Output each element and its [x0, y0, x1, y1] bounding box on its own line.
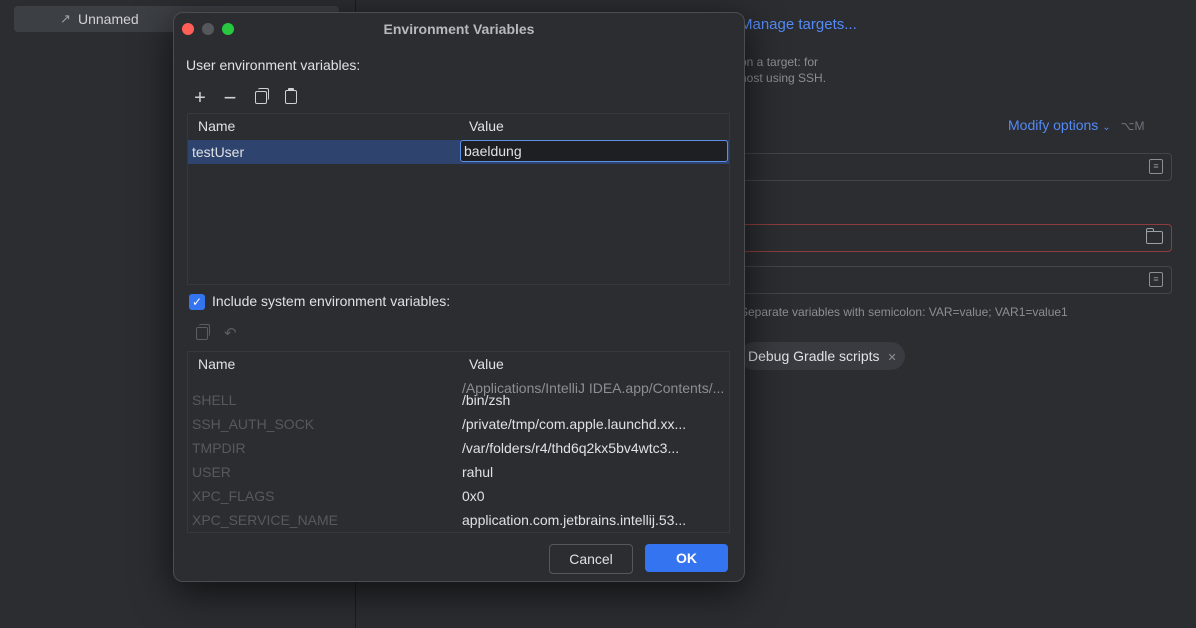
undo-icon: ↶ [224, 325, 237, 342]
env-var-name: XPC_SERVICE_NAME [192, 512, 339, 528]
environment-variables-dialog: Environment Variables User environment v… [173, 12, 745, 582]
env-var-value: rahul [462, 464, 494, 480]
chip-label: Debug Gradle scripts [748, 348, 880, 364]
system-env-toolbar: ↶ [187, 321, 728, 347]
env-var-name: SSH_AUTH_SOCK [192, 416, 315, 432]
table-row[interactable]: USER rahul [188, 460, 729, 484]
edit-env-vars-icon[interactable]: ≡ [1149, 272, 1163, 287]
program-arguments-field[interactable]: ≡ [740, 153, 1172, 181]
targets-hint: on a target: for host using SSH. [740, 54, 826, 86]
column-header-value[interactable]: Value [469, 356, 504, 372]
env-var-value-input[interactable] [460, 140, 728, 162]
env-var-value: application.com.jetbrains.intellij.53... [462, 512, 687, 528]
system-env-table: Name Value /Applications/IntelliJ IDEA.a… [187, 351, 730, 533]
env-var-value: /var/folders/r4/thd6q2kx5bv4wtc3... [462, 440, 680, 456]
ok-button[interactable]: OK [645, 544, 728, 572]
env-var-name: TMPDIR [192, 440, 246, 456]
modify-options-link[interactable]: Modify options ⌄ ⌥M [1008, 117, 1145, 133]
env-var-name: SHELL [192, 392, 237, 408]
env-var-name: XPC_FLAGS [192, 488, 275, 504]
system-env-table-header: Name Value [188, 352, 729, 376]
run-config-label: Unnamed [78, 11, 139, 27]
table-row[interactable]: TMPDIR /var/folders/r4/thd6q2kx5bv4wtc3.… [188, 436, 729, 460]
modify-options-label: Modify options [1008, 117, 1099, 133]
env-var-name[interactable]: testUser [192, 140, 244, 164]
env-var-value: 0x0 [462, 488, 485, 504]
table-row[interactable]: testUser [188, 140, 729, 164]
env-vars-hint: Separate variables with semicolon: VAR=v… [740, 305, 1068, 319]
user-env-table-header: Name Value [188, 114, 729, 138]
env-var-name: USER [192, 464, 231, 480]
manage-targets-link[interactable]: Manage targets... [740, 16, 857, 33]
env-var-value: /bin/zsh [462, 392, 511, 408]
modify-options-shortcut: ⌥M [1120, 119, 1145, 133]
targets-hint-line-2: host using SSH. [740, 71, 827, 85]
user-env-vars-label: User environment variables: [186, 57, 361, 73]
column-header-name[interactable]: Name [198, 118, 235, 134]
copy-icon[interactable] [255, 88, 269, 104]
close-icon[interactable]: ✕ [888, 352, 897, 364]
remove-icon[interactable]: − [219, 87, 241, 109]
cancel-button[interactable]: Cancel [549, 544, 633, 574]
user-env-table: Name Value testUser [187, 113, 730, 285]
dialog-titlebar: Environment Variables [174, 13, 744, 45]
expand-field-icon[interactable]: ≡ [1149, 159, 1163, 174]
table-row[interactable]: SSH_AUTH_SOCK /private/tmp/com.apple.lau… [188, 412, 729, 436]
table-row[interactable]: XPC_SERVICE_NAME application.com.jetbrai… [188, 508, 729, 532]
dialog-title: Environment Variables [383, 21, 535, 37]
working-directory-field[interactable] [740, 224, 1172, 252]
chevron-down-icon: ⌄ [1102, 122, 1111, 133]
debug-gradle-scripts-chip[interactable]: Debug Gradle scripts ✕ [740, 342, 905, 370]
include-system-env-label: Include system environment variables: [212, 293, 451, 309]
env-var-value: /private/tmp/com.apple.launchd.xx... [462, 416, 687, 432]
targets-hint-line-1: on a target: for [740, 55, 819, 69]
folder-icon[interactable] [1145, 228, 1163, 244]
checkmark-icon[interactable]: ✓ [189, 294, 205, 310]
run-config-icon: ↗ [60, 11, 71, 26]
environment-variables-field[interactable]: ≡ [740, 266, 1172, 294]
copy-icon [196, 324, 210, 340]
table-row[interactable]: /Applications/IntelliJ IDEA.app/Contents… [188, 380, 729, 412]
table-row[interactable]: XPC_FLAGS 0x0 [188, 484, 729, 508]
user-env-toolbar: + − [187, 85, 728, 111]
add-icon[interactable]: + [189, 87, 211, 109]
column-header-value[interactable]: Value [469, 118, 504, 134]
column-header-name[interactable]: Name [198, 356, 235, 372]
paste-icon[interactable] [285, 88, 297, 104]
